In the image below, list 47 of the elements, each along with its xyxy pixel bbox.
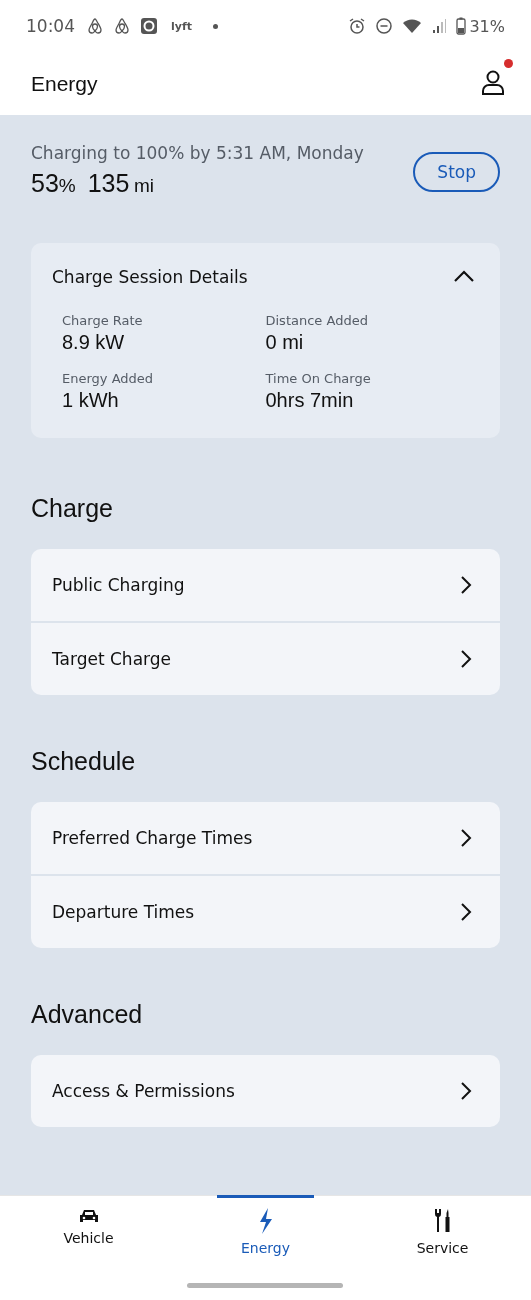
card-title: Charge Session Details xyxy=(52,267,248,287)
menu-row[interactable]: Public Charging xyxy=(31,549,500,621)
stat-value: 0 mi xyxy=(265,331,305,354)
stat-value: 8.9 kW xyxy=(62,331,126,354)
wifi-icon xyxy=(402,17,423,35)
chevron-right-icon xyxy=(460,902,472,922)
section-heading: Advanced xyxy=(31,1000,144,1029)
stat-label: Distance Added xyxy=(265,313,369,328)
do-not-disturb-icon xyxy=(375,17,394,35)
section-heading: Schedule xyxy=(31,747,137,776)
alarm-icon xyxy=(348,17,367,35)
person-icon xyxy=(481,69,505,95)
battery-percent: 31% xyxy=(469,16,505,36)
charge-percent: 53% xyxy=(31,169,76,198)
stat-label: Energy Added xyxy=(62,371,155,386)
menu-row[interactable]: Preferred Charge Times xyxy=(31,802,500,874)
notification-dot-icon xyxy=(213,23,218,29)
stat-value: 0hrs 7min xyxy=(265,389,355,412)
stop-button[interactable]: Stop xyxy=(413,152,500,192)
app-icon xyxy=(140,17,158,35)
chevron-right-icon xyxy=(460,575,472,595)
status-time: 10:04 xyxy=(26,16,75,36)
stat-label: Time On Charge xyxy=(265,371,372,386)
battery-icon xyxy=(456,17,467,35)
lyft-logo: lyft xyxy=(171,19,192,33)
wrench-screwdriver-icon xyxy=(432,1208,453,1234)
range-value: 135 mi xyxy=(87,169,154,198)
menu-row[interactable]: Target Charge xyxy=(31,623,500,695)
stat-value: 1 kWh xyxy=(62,389,120,412)
chevron-up-icon xyxy=(453,268,475,283)
section-heading: Charge xyxy=(31,494,114,523)
nav-tab[interactable]: Service xyxy=(394,1195,491,1271)
page-title: Energy xyxy=(31,71,98,96)
nav-tab[interactable]: Vehicle xyxy=(40,1195,137,1271)
nav-tab[interactable]: Energy xyxy=(217,1195,314,1271)
charging-status: Charging to 100% by 5:31 AM, Monday xyxy=(31,143,364,163)
chevron-right-icon xyxy=(460,1081,472,1101)
stat-label: Charge Rate xyxy=(62,313,144,328)
car-icon xyxy=(78,1208,99,1224)
menu-row[interactable]: Departure Times xyxy=(31,876,500,948)
menu-row[interactable]: Access & Permissions xyxy=(31,1055,500,1127)
signal-icon xyxy=(431,17,448,35)
lightning-bolt-icon xyxy=(257,1208,274,1234)
airbnb-icon xyxy=(113,17,131,35)
airbnb-icon xyxy=(86,17,104,35)
chevron-right-icon xyxy=(460,828,472,848)
chevron-right-icon xyxy=(460,649,472,669)
